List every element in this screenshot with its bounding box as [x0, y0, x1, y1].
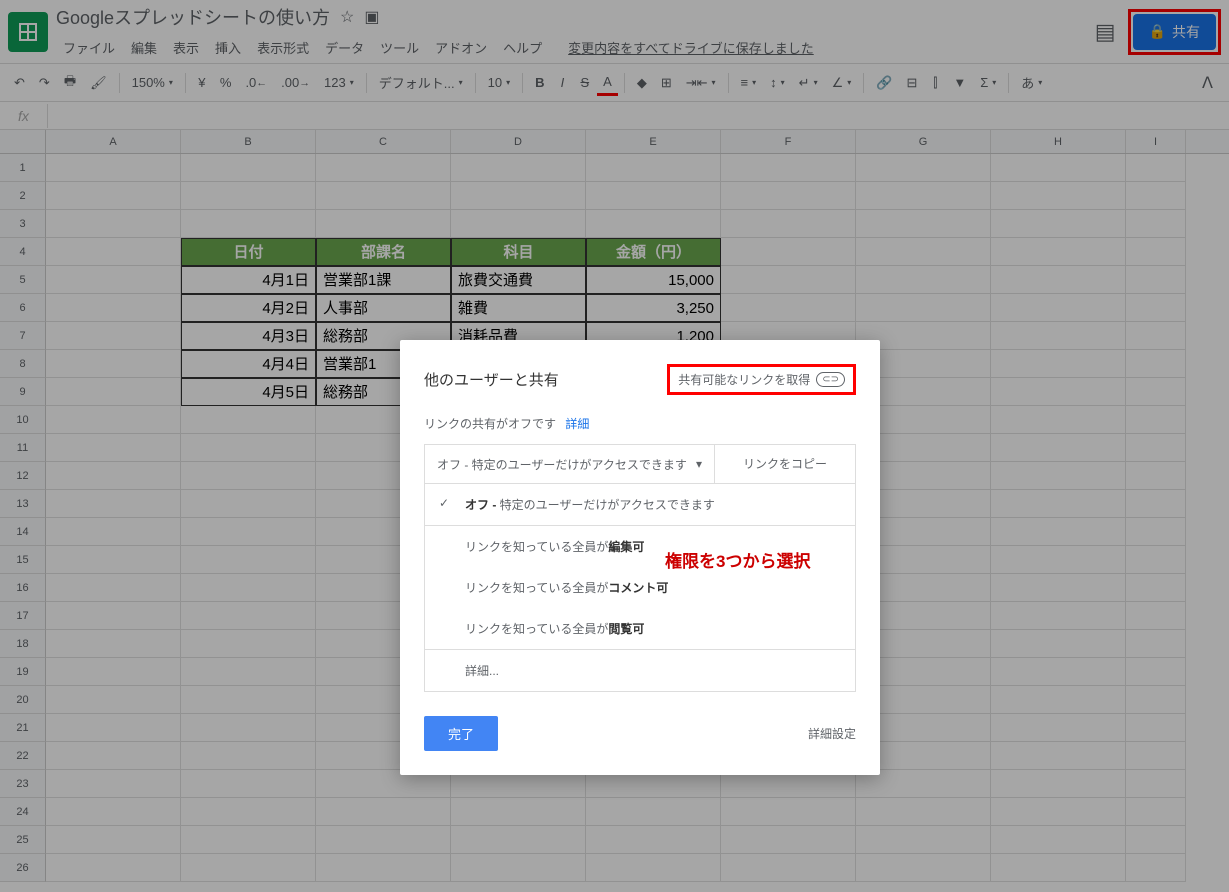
- dialog-title: 他のユーザーと共有: [424, 369, 559, 390]
- access-options-list: オフ - 特定のユーザーだけがアクセスできます リンクを知っている全員が編集可 …: [424, 484, 856, 692]
- annotation-text: 権限を3つから選択: [665, 547, 810, 572]
- advanced-settings-link[interactable]: 詳細設定: [808, 725, 856, 742]
- details-link[interactable]: 詳細: [565, 417, 589, 431]
- link-status: リンクの共有がオフです 詳細: [424, 415, 856, 432]
- option-view[interactable]: リンクを知っている全員が閲覧可: [425, 608, 855, 649]
- get-link-label: 共有可能なリンクを取得: [678, 371, 810, 388]
- get-shareable-link-button[interactable]: 共有可能なリンクを取得 ⊂⊃: [667, 364, 856, 395]
- copy-link-button[interactable]: リンクをコピー: [715, 445, 855, 483]
- option-off[interactable]: オフ - 特定のユーザーだけがアクセスできます: [425, 484, 855, 525]
- chevron-down-icon: ▾: [696, 457, 702, 471]
- access-dropdown[interactable]: オフ - 特定のユーザーだけがアクセスできます ▾: [425, 445, 715, 483]
- done-button[interactable]: 完了: [424, 716, 498, 751]
- option-more[interactable]: 詳細...: [425, 650, 855, 691]
- link-icon: ⊂⊃: [816, 372, 845, 387]
- option-comment[interactable]: リンクを知っている全員がコメント可: [425, 567, 855, 608]
